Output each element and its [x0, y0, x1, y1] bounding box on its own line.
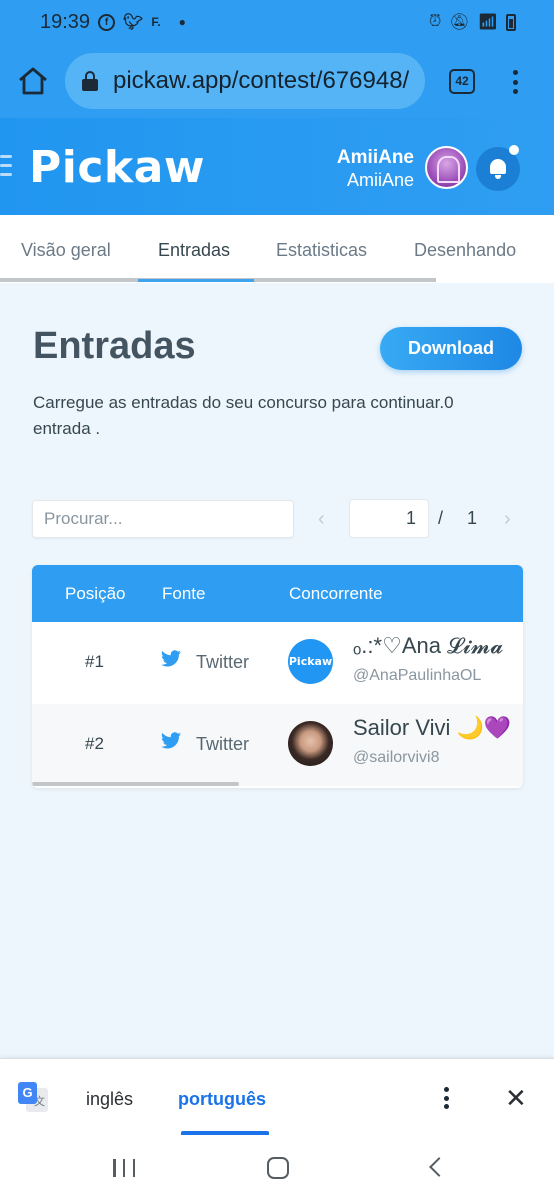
- alarm-icon: ⏰︎: [428, 13, 442, 30]
- table-scrollbar[interactable]: [32, 782, 239, 786]
- browser-menu-icon[interactable]: [512, 70, 518, 94]
- contestant-handle[interactable]: @AnaPaulinhaOL: [353, 667, 481, 685]
- dot-icon: ●: [178, 15, 186, 29]
- table-header: Posição Fonte Concorrente: [32, 565, 523, 622]
- translate-bar: 文 G inglês português ✕: [0, 1058, 554, 1138]
- battery-icon: [506, 13, 516, 31]
- active-tab-indicator: [138, 279, 254, 282]
- user-info[interactable]: AmiiAne AmiiAne: [337, 147, 414, 191]
- entry-source: Twitter: [196, 652, 250, 672]
- close-icon[interactable]: ✕: [505, 1085, 527, 1111]
- user-avatar[interactable]: [425, 146, 468, 189]
- notification-dot: [509, 145, 519, 155]
- column-position: Posição: [65, 584, 126, 603]
- recent-apps-icon[interactable]: [113, 1159, 135, 1177]
- mute-icon: 🔕︎: [449, 14, 470, 31]
- language-source[interactable]: inglês: [86, 1089, 133, 1110]
- contestant-avatar: Pickaw: [288, 639, 333, 684]
- translate-menu-icon[interactable]: [443, 1087, 449, 1109]
- lock-icon: [82, 71, 98, 91]
- user-name: AmiiAne: [336, 147, 414, 168]
- previous-page-icon[interactable]: ‹: [318, 508, 325, 531]
- language-target[interactable]: português: [178, 1089, 266, 1110]
- contestant-name: ₒ.:*♡Ana 𝓛𝓲𝓶𝓪: [353, 633, 504, 658]
- selected-language-indicator: [181, 1131, 269, 1135]
- current-page-input[interactable]: 1: [349, 499, 429, 538]
- flipboard-icon: F.: [151, 15, 161, 29]
- status-right-icons: ⏰︎ 🔕︎ 📶︎: [429, 12, 516, 32]
- back-icon[interactable]: [429, 1157, 449, 1177]
- next-page-icon[interactable]: ›: [504, 508, 511, 531]
- status-time: 19:39: [40, 11, 91, 33]
- entry-position: #2: [85, 734, 104, 753]
- contestant-name: Sailor Vivi 🌙💜: [353, 715, 512, 740]
- facebook-icon: f: [98, 13, 115, 31]
- url-text: pickaw.app/contest/676948/: [113, 67, 410, 94]
- notifications-button[interactable]: [476, 145, 520, 191]
- page-separator: /: [438, 508, 444, 528]
- entries-table: Posição Fonte Concorrente #1 Twitter Pic…: [32, 565, 523, 788]
- page-title: Entradas: [33, 325, 196, 367]
- tab-drawing[interactable]: Desenhando: [414, 240, 516, 261]
- user-handle: AmiiAne: [346, 170, 414, 190]
- home-nav-icon[interactable]: [267, 1157, 289, 1179]
- column-source: Fonte: [162, 584, 206, 603]
- tab-switcher-button[interactable]: 42: [449, 69, 475, 94]
- table-row[interactable]: #1 Twitter Pickaw ₒ.:*♡Ana 𝓛𝓲𝓶𝓪 @AnaPaul…: [32, 622, 523, 704]
- status-bar: 19:39 f 🐦︎ F. ● ⏰︎ 🔕︎ 📶︎: [0, 0, 554, 44]
- contest-tabs: Visão geral Entradas Estatisticas Desenh…: [0, 215, 554, 283]
- pickaw-logo[interactable]: Pickaw: [29, 142, 205, 193]
- total-pages: 1: [467, 508, 478, 528]
- column-contestant: Concorrente: [289, 584, 383, 603]
- contestant-avatar: [288, 721, 333, 766]
- browser-chrome: 19:39 f 🐦︎ F. ● ⏰︎ 🔕︎ 📶︎ pickaw.app/cont…: [0, 0, 554, 118]
- google-translate-icon: 文 G: [18, 1082, 48, 1112]
- twitter-icon: [161, 732, 181, 749]
- table-row[interactable]: #2 Twitter Sailor Vivi 🌙💜 @sailorvivi8: [32, 704, 523, 786]
- system-nav-bar: [0, 1138, 554, 1200]
- twitter-icon: 🐦︎: [123, 14, 144, 31]
- tab-entries[interactable]: Entradas: [158, 240, 230, 261]
- twitter-icon: [161, 650, 181, 667]
- app-header: Pickaw AmiiAne AmiiAne: [0, 118, 554, 215]
- entry-source: Twitter: [196, 734, 250, 754]
- wifi-icon: 📶︎: [477, 14, 498, 31]
- tab-overview[interactable]: Visão geral: [21, 240, 111, 261]
- address-bar[interactable]: pickaw.app/contest/676948/: [65, 53, 425, 109]
- page-subtitle: Carregue as entradas do seu concurso par…: [33, 393, 454, 438]
- home-icon[interactable]: [17, 66, 49, 96]
- menu-icon[interactable]: [0, 155, 12, 182]
- tab-statistics[interactable]: Estatisticas: [276, 240, 367, 261]
- search-input[interactable]: [32, 500, 294, 538]
- download-button[interactable]: Download: [380, 327, 522, 370]
- status-left-icons: f 🐦︎ F. ●: [98, 12, 186, 32]
- entry-position: #1: [85, 652, 104, 671]
- browser-toolbar: pickaw.app/contest/676948/ 42: [0, 44, 554, 118]
- bell-icon: [490, 159, 506, 174]
- contestant-handle[interactable]: @sailorvivi8: [353, 749, 439, 767]
